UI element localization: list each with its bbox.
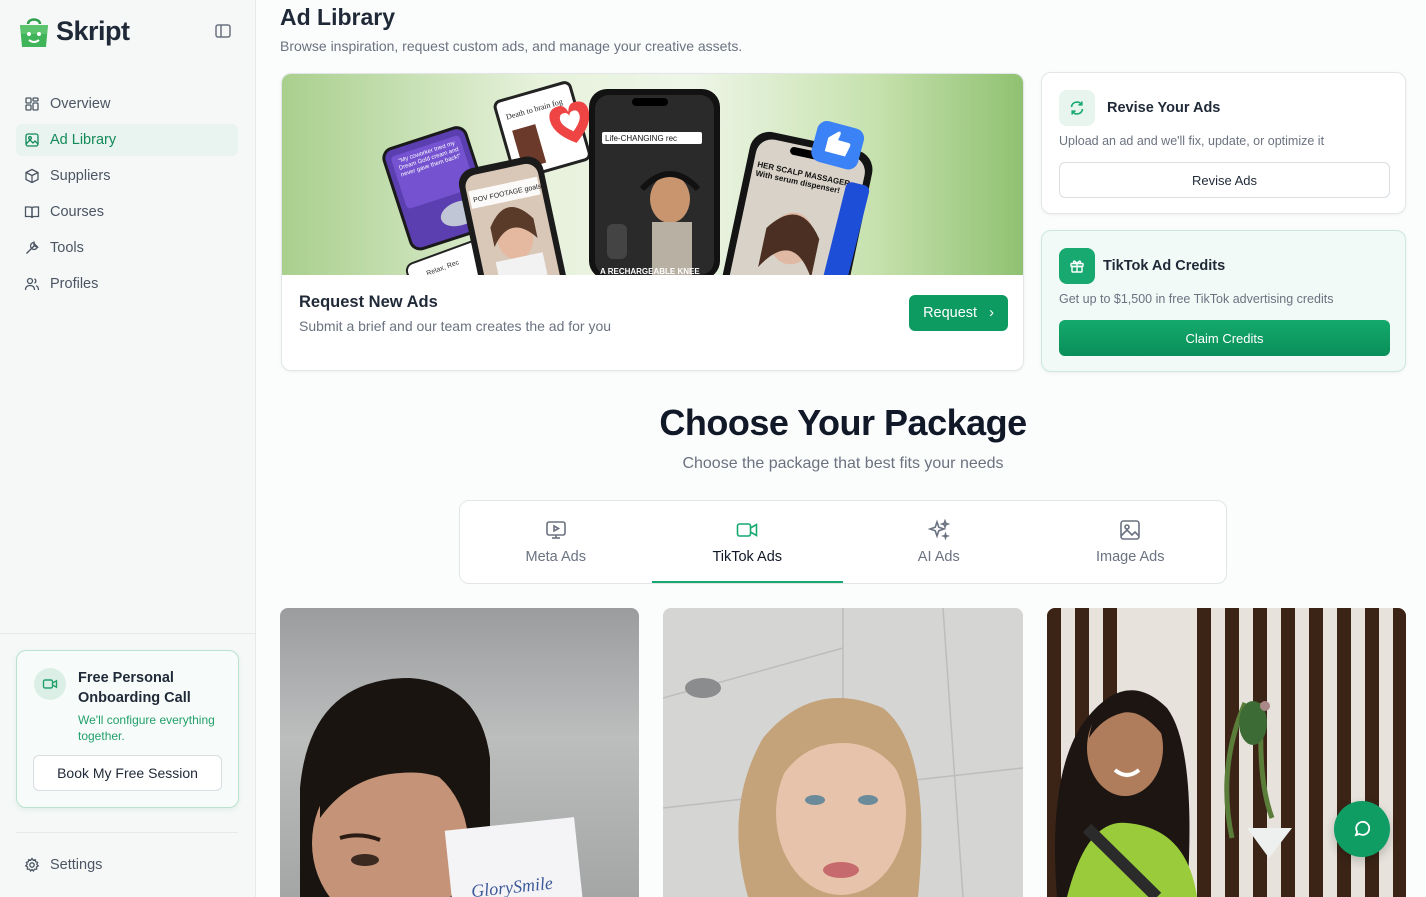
book-session-button[interactable]: Book My Free Session (33, 755, 222, 791)
sidebar: Skript Overview Ad Library Suppliers Cou… (0, 0, 256, 897)
sidebar-item-label: Overview (50, 96, 111, 112)
video-icon (736, 523, 758, 537)
sidebar-nav: Overview Ad Library Suppliers Courses To… (16, 88, 238, 304)
page-subtitle: Browse inspiration, request custom ads, … (280, 38, 743, 54)
revise-ads-title: Revise Your Ads (1107, 100, 1221, 116)
ad-life-text: Life-CHANGING rec (605, 134, 677, 143)
video-thumbnail: GlorySmile (300, 678, 585, 897)
video-card[interactable] (663, 608, 1023, 897)
ad-collage-image: Relax, Rec "My coworker tried my Dream G… (282, 74, 1023, 275)
ad-bottom-text: A RECHARGEABLE KNEE (600, 267, 700, 275)
request-button-label: Request (923, 305, 978, 321)
tab-label: Image Ads (1095, 549, 1165, 565)
gift-icon (1070, 260, 1084, 273)
sparkles-icon (927, 518, 951, 541)
gift-icon-badge (1059, 248, 1095, 284)
onboarding-card: Free Personal Onboarding Call We'll conf… (16, 650, 239, 808)
brand-name: Skript (56, 15, 130, 46)
sidebar-item-label: Tools (50, 240, 84, 256)
request-ads-subtitle: Submit a brief and our team creates the … (299, 318, 612, 334)
request-ads-title: Request New Ads (299, 293, 438, 311)
onboarding-title: Free Personal Onboarding Call (78, 670, 191, 706)
ad-collage-illustration: Relax, Rec "My coworker tried my Dream G… (382, 81, 873, 275)
chat-bubble-icon (1354, 820, 1371, 837)
revise-ads-button[interactable]: Revise Ads (1059, 162, 1390, 198)
grid-icon (25, 97, 39, 111)
sidebar-item-profiles[interactable]: Profiles (16, 268, 238, 300)
packages-subtitle: Choose the package that best fits your n… (682, 455, 1004, 472)
sidebar-item-courses[interactable]: Courses (16, 196, 238, 228)
tiktok-credits-subtitle: Get up to $1,500 in free TikTok advertis… (1059, 292, 1334, 306)
sidebar-item-ad-library[interactable]: Ad Library (16, 124, 238, 156)
package-tabs: Meta Ads TikTok Ads AI Ads Image Ads (459, 500, 1227, 584)
tab-label: TikTok Ads (712, 549, 783, 565)
package-icon (25, 168, 39, 184)
book-open-icon (24, 206, 40, 219)
users-icon (24, 277, 40, 291)
image-icon (1120, 520, 1141, 540)
tab-label: AI Ads (917, 549, 960, 565)
brand[interactable]: Skript (18, 14, 130, 48)
sidebar-divider (0, 633, 256, 634)
packages-title: Choose Your Package (659, 402, 1027, 443)
tab-image-ads[interactable]: Image Ads (1035, 501, 1227, 583)
sidebar-divider (16, 832, 238, 833)
sidebar-item-settings[interactable]: Settings (24, 849, 102, 881)
sidebar-item-overview[interactable]: Overview (16, 88, 238, 120)
video-card[interactable]: GlorySmile (280, 608, 639, 897)
video-icon (42, 679, 58, 689)
claim-credits-button[interactable]: Claim Credits (1059, 320, 1390, 356)
tab-label: Meta Ads (525, 549, 586, 565)
refresh-icon-badge (1059, 90, 1095, 126)
tiktok-credits-title: TikTok Ad Credits (1103, 258, 1226, 274)
image-icon (25, 133, 39, 147)
sidebar-item-suppliers[interactable]: Suppliers (16, 160, 238, 192)
request-ads-card: Relax, Rec "My coworker tried my Dream G… (281, 73, 1024, 371)
request-button[interactable]: Request › (909, 295, 1008, 331)
tab-ai-ads[interactable]: AI Ads (843, 501, 1035, 583)
sidebar-item-label: Ad Library (50, 132, 117, 148)
monitor-play-icon (545, 521, 566, 539)
sidebar-item-label: Suppliers (50, 168, 111, 184)
revise-ads-subtitle: Upload an ad and we'll fix, update, or o… (1059, 134, 1325, 148)
page-title: Ad Library (280, 4, 396, 30)
onboarding-subtitle: We'll configure everything together. (78, 713, 215, 743)
video-thumbnail (663, 608, 1023, 897)
gear-icon (24, 857, 40, 873)
sidebar-item-label: Profiles (50, 276, 99, 292)
sidebar-collapse-icon[interactable] (213, 21, 233, 41)
settings-label: Settings (50, 857, 103, 873)
onboarding-icon-badge (34, 668, 66, 700)
wrench-icon (26, 240, 40, 254)
chat-button[interactable] (1334, 801, 1390, 857)
shopping-bag-logo-icon (20, 18, 48, 47)
sidebar-item-label: Courses (50, 204, 104, 220)
tab-meta-ads[interactable]: Meta Ads (460, 501, 652, 583)
sidebar-item-tools[interactable]: Tools (16, 232, 238, 264)
refresh-icon (1070, 101, 1084, 115)
tab-tiktok-ads[interactable]: TikTok Ads (651, 501, 844, 583)
tiktok-credits-card: TikTok Ad Credits Get up to $1,500 in fr… (1041, 230, 1406, 372)
chevron-right-icon: › (989, 305, 994, 321)
revise-ads-card: Revise Your Ads Upload an ad and we'll f… (1041, 72, 1406, 214)
